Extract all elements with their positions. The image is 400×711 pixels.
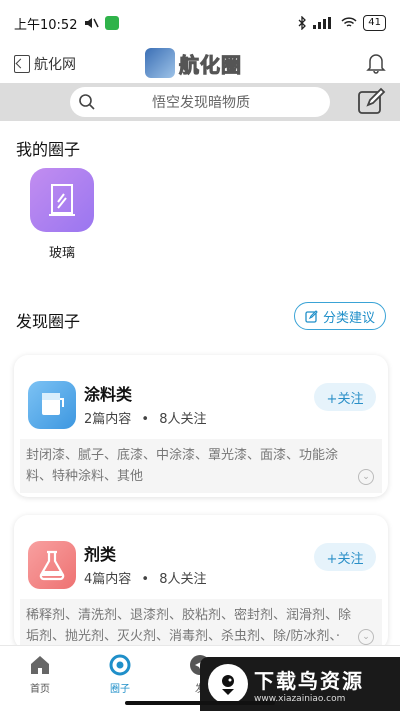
wechat-icon [105,16,120,30]
edit-icon[interactable] [356,87,386,117]
status-time: 上午10:52 [14,17,78,33]
search-bar-area: 悟空发现暗物质 [0,83,400,121]
my-circles-title: 我的圈子 [16,140,81,159]
circle-name: 涂料类 [84,385,133,404]
edit-note-icon [305,309,318,323]
bluetooth-icon [298,16,307,30]
search-input[interactable]: 悟空发现暗物质 [70,87,330,117]
follower-count: 8人关注 [159,412,207,427]
back-label: 航化网 [34,57,76,73]
circle-icon [109,654,131,676]
chevron-down-icon[interactable]: ⌄ [358,629,374,645]
category-suggestion-button[interactable]: 分类建议 [293,302,386,330]
paint-bucket-icon [28,381,76,429]
my-circle-label: 玻璃 [48,246,75,261]
nav-home[interactable]: 首页 [0,646,80,711]
circle-card[interactable]: 涂料类 2篇内容 • 8人关注 +关注 封闭漆、腻子、底漆、中涂漆、罩光漆、面漆… [14,355,388,497]
battery-indicator: 41 [363,15,386,31]
mute-icon [85,18,100,28]
back-button[interactable]: 航化网 [14,54,76,74]
circle-meta: 4篇内容 • 8人关注 [84,568,207,587]
meta-separator: • [141,412,150,427]
app-logo: 航化圈 [145,48,242,78]
circle-name: 剂类 [84,545,117,564]
post-count: 4篇内容 [84,572,132,587]
circle-card[interactable]: 剂类 4篇内容 • 8人关注 +关注 稀释剂、清洗剂、退漆剂、胶粘剂、密封剂、润… [14,515,388,650]
suggest-label: 分类建议 [322,310,375,326]
follower-count: 8人关注 [159,572,207,587]
chevron-down-icon[interactable]: ⌄ [358,469,374,485]
follow-button[interactable]: +关注 [314,543,376,571]
circle-description: 封闭漆、腻子、底漆、中涂漆、罩光漆、面漆、功能涂料、特种涂料、其他 ⌄ [20,439,382,493]
flask-icon [28,541,76,589]
signal-icon [313,17,332,29]
meta-separator: • [141,572,150,587]
circle-meta: 2篇内容 • 8人关注 [84,408,207,427]
description-text: 稀释剂、清洗剂、退漆剂、胶粘剂、密封剂、润滑剂、除垢剂、抛光剂、灭火剂、消毒剂、… [26,608,352,644]
status-bar: 上午10:52 41 [0,0,400,46]
wifi-icon [341,17,357,27]
back-icon [14,55,30,73]
my-circle-item[interactable]: 玻璃 [30,168,94,261]
watermark-title: 下载鸟资源 [254,668,364,693]
home-icon [31,656,49,674]
post-count: 2篇内容 [84,412,132,427]
search-icon [79,94,95,110]
nav-home-label: 首页 [30,684,50,695]
logo-text: 航化圈 [179,52,242,77]
watermark-logo-icon [208,664,248,704]
description-text: 封闭漆、腻子、底漆、中涂漆、罩光漆、面漆、功能涂料、特种涂料、其他 [26,448,339,484]
glass-icon [30,168,94,232]
bell-icon[interactable] [366,52,386,74]
home-indicator[interactable] [125,701,275,705]
nav-circle-label: 圈子 [110,684,130,695]
app-header: 航化网 航化圈 [0,46,400,82]
discover-title: 发现圈子 [16,312,81,331]
search-placeholder: 悟空发现暗物质 [152,95,250,111]
circle-description: 稀释剂、清洗剂、退漆剂、胶粘剂、密封剂、润滑剂、除垢剂、抛光剂、灭火剂、消毒剂、… [20,599,382,650]
follow-button[interactable]: +关注 [314,383,376,411]
logo-mark-icon [145,48,175,78]
